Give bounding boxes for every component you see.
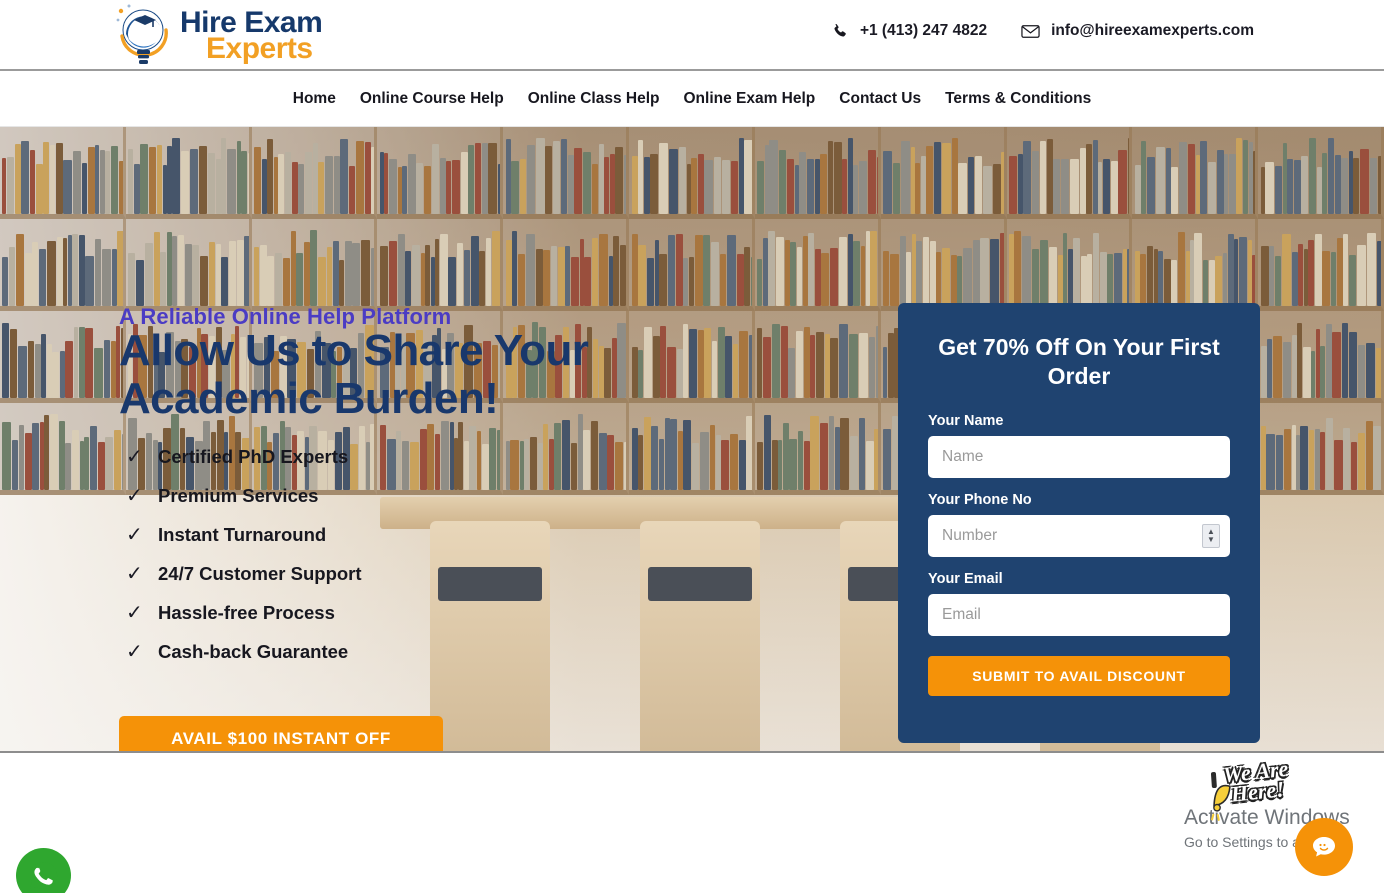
shelf-cell: [629, 219, 755, 311]
feature-label: Instant Turnaround: [158, 524, 326, 546]
main-navigation: Home Online Course Help Online Class Hel…: [0, 71, 1384, 127]
nav-item-terms-conditions[interactable]: Terms & Conditions: [933, 90, 1103, 108]
envelope-icon: [1021, 23, 1040, 40]
shelf-cell: [755, 127, 881, 219]
shelf-cell: [1132, 219, 1258, 311]
shelf-cell: [1258, 403, 1384, 495]
name-input[interactable]: [928, 436, 1230, 478]
shelf-cell: [1258, 311, 1384, 403]
phone-icon: [832, 23, 849, 40]
shelf-cell: [1007, 219, 1133, 311]
avail-instant-off-label: AVAIL $100 INSTANT OFF: [171, 729, 391, 749]
feature-label: Hassle-free Process: [158, 602, 335, 624]
phone-input-wrapper: ▲ ▼: [928, 515, 1230, 571]
phone-field-label: Your Phone No: [928, 492, 1230, 508]
shelf-cell: [126, 219, 252, 311]
nav-item-online-course-help[interactable]: Online Course Help: [348, 90, 516, 108]
shelf-cell: [377, 219, 503, 311]
phone-link[interactable]: +1 (413) 247 4822: [832, 22, 987, 40]
shelf-cell: [0, 127, 126, 219]
phone-input[interactable]: [928, 515, 1230, 557]
shelf-cell: [252, 219, 378, 311]
feature-item: ✓ Certified PhD Experts: [126, 440, 362, 473]
nav-item-online-exam-help[interactable]: Online Exam Help: [671, 90, 827, 108]
shelf-cell: [755, 403, 881, 495]
check-icon: ✓: [126, 561, 142, 586]
logo-wordmark: Hire Exam Experts: [180, 6, 322, 64]
shelf-cell: [0, 219, 126, 311]
feature-item: ✓ Cash-back Guarantee: [126, 635, 362, 668]
shelf-cell: [881, 127, 1007, 219]
shelf-cell: [1258, 127, 1384, 219]
check-icon: ✓: [126, 522, 142, 547]
email-field-label: Your Email: [928, 571, 1230, 587]
feature-item: ✓ Instant Turnaround: [126, 518, 362, 551]
logo-line-two: Experts: [206, 34, 322, 64]
shelf-cell: [0, 311, 126, 403]
shelf-cell: [881, 219, 1007, 311]
phone-number: +1 (413) 247 4822: [860, 22, 987, 40]
feature-label: Certified PhD Experts: [158, 446, 348, 468]
shelf-cell: [629, 127, 755, 219]
shelf-cell: [755, 219, 881, 311]
feature-label: 24/7 Customer Support: [158, 563, 362, 585]
number-stepper[interactable]: ▲ ▼: [1202, 524, 1220, 548]
nav-item-online-class-help[interactable]: Online Class Help: [516, 90, 672, 108]
nav-item-contact-us[interactable]: Contact Us: [827, 90, 933, 108]
check-icon: ✓: [126, 639, 142, 664]
email-address: info@hireexamexperts.com: [1051, 22, 1254, 40]
feature-item: ✓ 24/7 Customer Support: [126, 557, 362, 590]
shelf-cell: [1007, 127, 1133, 219]
feature-item: ✓ Hassle-free Process: [126, 596, 362, 629]
hero-feature-list: ✓ Certified PhD Experts ✓ Premium Servic…: [126, 440, 362, 668]
name-field-label: Your Name: [928, 413, 1230, 429]
nav-item-home[interactable]: Home: [281, 90, 348, 108]
page-root: Hire Exam Experts +1 (413) 247 4822 info…: [0, 0, 1384, 893]
shelf-cell: [126, 127, 252, 219]
lead-capture-form: Get 70% Off On Your First Order Your Nam…: [898, 303, 1260, 743]
site-logo[interactable]: Hire Exam Experts: [112, 2, 322, 68]
shelf-cell: [503, 127, 629, 219]
shelf-cell: [377, 127, 503, 219]
hero-section: A Reliable Online Help Platform Allow Us…: [0, 127, 1384, 753]
feature-label: Cash-back Guarantee: [158, 641, 348, 663]
shelf-cell: [1258, 219, 1384, 311]
check-icon: ✓: [126, 444, 142, 469]
shelf-cell: [0, 403, 126, 495]
shelf-cell: [1132, 127, 1258, 219]
top-bar: Hire Exam Experts +1 (413) 247 4822 info…: [0, 0, 1384, 71]
intro-section: HIRE EXAM EXPERTS Your Corridor To Param…: [0, 753, 1384, 891]
email-link[interactable]: info@hireexamexperts.com: [1021, 22, 1254, 40]
avail-instant-off-button[interactable]: AVAIL $100 INSTANT OFF: [119, 716, 443, 753]
check-icon: ✓: [126, 600, 142, 625]
shelf-cell: [503, 219, 629, 311]
form-title: Get 70% Off On Your First Order: [928, 333, 1230, 391]
check-icon: ✓: [126, 483, 142, 508]
contact-info: +1 (413) 247 4822 info@hireexamexperts.c…: [832, 22, 1254, 40]
feature-item: ✓ Premium Services: [126, 479, 362, 512]
lightbulb-graduate-icon: [112, 2, 174, 68]
chevron-down-icon[interactable]: ▼: [1207, 536, 1215, 544]
hero-title: Allow Us to Share Your Academic Burden!: [119, 327, 739, 422]
submit-discount-button[interactable]: SUBMIT TO AVAIL DISCOUNT: [928, 656, 1230, 696]
shelf-cell: [755, 311, 881, 403]
email-input[interactable]: [928, 594, 1230, 636]
feature-label: Premium Services: [158, 485, 318, 507]
shelf-cell: [252, 127, 378, 219]
chat-bubble-icon[interactable]: [1295, 818, 1353, 876]
